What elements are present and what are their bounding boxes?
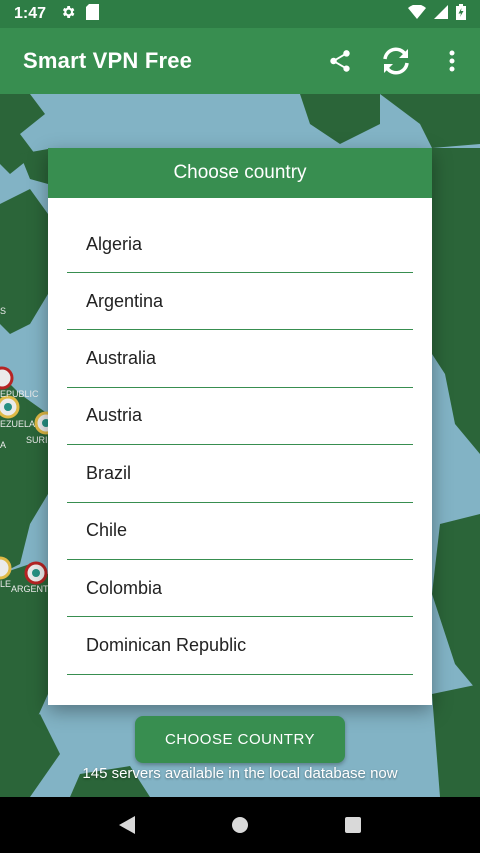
- share-button[interactable]: [312, 33, 368, 89]
- recents-icon: [345, 817, 362, 833]
- more-vert-icon: [449, 50, 455, 72]
- app-title: Smart VPN Free: [23, 48, 193, 73]
- choose-country-dialog: Choose country Algeria Argentina Austral…: [48, 148, 432, 705]
- country-item-colombia[interactable]: Colombia: [67, 560, 413, 618]
- back-button[interactable]: [107, 805, 147, 845]
- home-icon: [231, 817, 248, 833]
- country-list[interactable]: Algeria Argentina Australia Austria Braz…: [48, 198, 432, 675]
- gear-icon: [60, 4, 76, 25]
- servers-available-text: 145 servers available in the local datab…: [82, 765, 398, 782]
- country-item-argentina[interactable]: Argentina: [67, 273, 413, 331]
- recents-button[interactable]: [333, 805, 373, 845]
- wifi-icon: [408, 3, 426, 24]
- country-item-austria[interactable]: Austria: [67, 388, 413, 446]
- sd-card-icon: [86, 3, 100, 25]
- dialog-title: Choose country: [48, 148, 432, 198]
- app-bar: Smart VPN Free: [0, 28, 480, 94]
- country-item-algeria[interactable]: Algeria: [67, 198, 413, 273]
- status-bar: 1:47: [0, 0, 480, 28]
- refresh-button[interactable]: [368, 33, 424, 89]
- home-button[interactable]: [220, 805, 260, 845]
- country-item-dominican-republic[interactable]: Dominican Republic: [67, 617, 413, 675]
- back-icon: [118, 816, 135, 834]
- refresh-icon: [383, 47, 409, 75]
- signal-icon: [434, 4, 448, 24]
- battery-icon: [456, 3, 466, 25]
- share-icon: [330, 50, 350, 72]
- navigation-bar: [0, 797, 480, 853]
- country-item-chile[interactable]: Chile: [67, 503, 413, 560]
- country-item-australia[interactable]: Australia: [67, 330, 413, 388]
- country-item-brazil[interactable]: Brazil: [67, 445, 413, 503]
- choose-country-button[interactable]: CHOOSE COUNTRY: [135, 716, 345, 763]
- more-options-button[interactable]: [424, 33, 480, 89]
- status-time: 1:47: [14, 5, 47, 22]
